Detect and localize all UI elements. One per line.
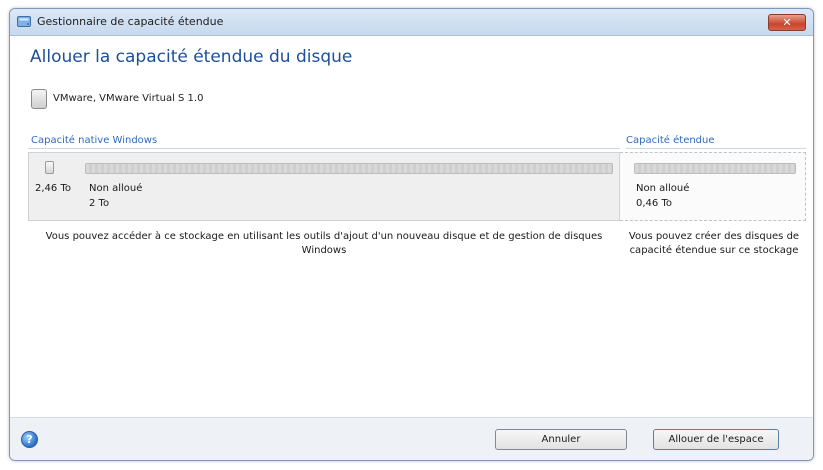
disk-icon xyxy=(45,161,54,174)
native-unallocated-label: Non alloué xyxy=(89,183,143,194)
dialog-footer: ? Annuler Allouer de l'espace xyxy=(10,417,813,460)
extended-unallocated-bar[interactable] xyxy=(634,163,796,174)
extended-capacity-panel: Non alloué 0,46 To xyxy=(620,152,806,221)
native-capacity-panel: 2,46 To Non alloué 2 To xyxy=(28,152,620,221)
allocate-space-button[interactable]: Allouer de l'espace xyxy=(653,429,779,450)
extended-unallocated-size: 0,46 To xyxy=(636,198,672,209)
close-button[interactable]: ✕ xyxy=(768,14,806,31)
extended-separator xyxy=(626,148,806,149)
extended-description: Vous pouvez créer des disques de capacit… xyxy=(628,231,800,256)
extended-unallocated-label: Non alloué xyxy=(636,183,690,194)
native-total-size: 2,46 To xyxy=(35,183,71,194)
cancel-button[interactable]: Annuler xyxy=(495,429,627,450)
native-unallocated-size: 2 To xyxy=(89,198,110,209)
window-title: Gestionnaire de capacité étendue xyxy=(37,15,224,28)
disk-manager-icon xyxy=(17,16,31,27)
page-title: Allouer la capacité étendue du disque xyxy=(30,47,353,67)
native-capacity-label: Capacité native Windows xyxy=(31,135,158,146)
help-glyph: ? xyxy=(26,433,33,446)
extended-capacity-label: Capacité étendue xyxy=(626,135,715,146)
help-icon[interactable]: ? xyxy=(21,431,38,448)
native-description: Vous pouvez accéder à ce stockage en uti… xyxy=(45,231,603,256)
dialog-window: Gestionnaire de capacité étendue ✕ Allou… xyxy=(9,8,814,461)
title-bar[interactable]: Gestionnaire de capacité étendue ✕ xyxy=(10,9,813,36)
device-name: VMware, VMware Virtual S 1.0 xyxy=(53,93,204,104)
hard-disk-icon xyxy=(31,89,47,109)
native-separator xyxy=(28,148,620,149)
close-icon: ✕ xyxy=(782,16,792,29)
native-unallocated-bar[interactable] xyxy=(85,163,613,174)
